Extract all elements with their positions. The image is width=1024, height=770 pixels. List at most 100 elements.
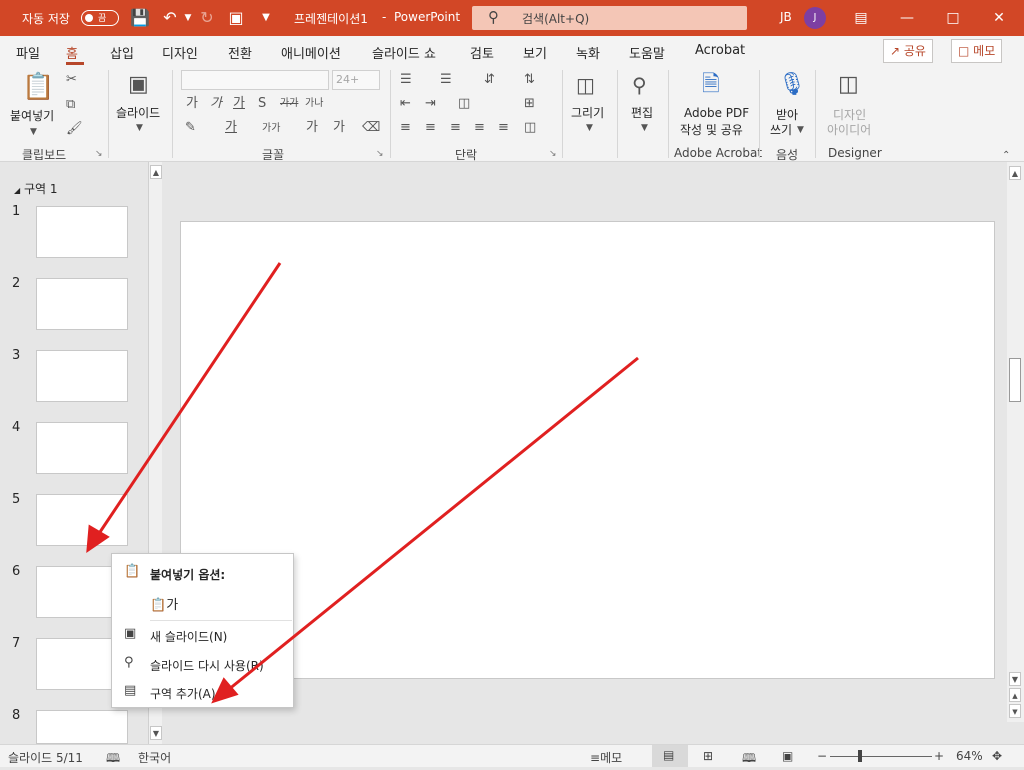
numbering-icon[interactable]: ☰ (440, 72, 452, 88)
clipboard-launcher-icon[interactable]: ↘ (95, 149, 103, 159)
ribbon-display-icon[interactable]: ▤ (838, 0, 884, 36)
slide-thumbnail-1[interactable] (36, 206, 128, 258)
tab-animations[interactable]: 애니메이션 (281, 43, 341, 62)
next-slide-icon[interactable]: ▼ (1009, 704, 1021, 718)
new-slide-label[interactable]: 슬라이드 (116, 104, 160, 121)
tab-file[interactable]: 파일 (16, 43, 40, 62)
scroll-down-icon[interactable]: ▼ (1009, 672, 1021, 686)
font-name-combo[interactable] (181, 70, 329, 90)
adobe-pdf-label-1[interactable]: Adobe PDF (684, 106, 749, 120)
share-button[interactable]: ↗ 공유 (883, 39, 933, 63)
font-color-icon[interactable]: 가 (225, 120, 237, 136)
slide-thumbnail-8[interactable] (36, 710, 128, 744)
close-icon[interactable]: ✕ (976, 0, 1022, 36)
highlight-icon[interactable]: ✎ (185, 120, 196, 136)
justify-icon[interactable]: ≡ (474, 120, 485, 136)
text-direction-icon[interactable]: ⇅ (524, 72, 535, 88)
save-icon[interactable]: 💾 (130, 8, 150, 28)
grow-font-icon[interactable]: 가 (306, 120, 318, 136)
scroll-up-icon[interactable]: ▲ (150, 165, 162, 179)
maximize-icon[interactable]: □ (930, 0, 976, 36)
adobe-pdf-icon[interactable]: 🗎 (702, 72, 720, 98)
slide-canvas[interactable] (180, 221, 995, 679)
zoom-in-icon[interactable]: + (934, 749, 944, 763)
tab-home[interactable]: 홈 (66, 43, 78, 62)
microphone-icon[interactable]: 🎙 (778, 72, 806, 98)
scroll-up-icon[interactable]: ▲ (1009, 166, 1021, 180)
collapse-section-icon[interactable]: ◢ (14, 186, 20, 195)
zoom-out-icon[interactable]: − (817, 749, 827, 763)
editing-dropdown-icon[interactable]: ▼ (641, 120, 648, 136)
slide-thumbnail-5[interactable] (36, 494, 128, 546)
copy-icon[interactable]: ⧉ (66, 97, 75, 113)
paste-icon[interactable]: 📋 (22, 72, 54, 102)
zoom-slider[interactable] (830, 756, 932, 757)
autosave-toggle[interactable]: 끔 (81, 10, 119, 26)
font-launcher-icon[interactable]: ↘ (376, 149, 384, 159)
distributed-icon[interactable]: ≡ (498, 120, 509, 136)
cut-icon[interactable]: ✂ (66, 72, 77, 88)
char-spacing-icon[interactable]: 가나 (305, 96, 323, 112)
columns-icon[interactable]: ◫ (458, 96, 470, 112)
drawing-label[interactable]: 그리기 (571, 104, 604, 121)
tab-view[interactable]: 보기 (523, 43, 547, 62)
tab-insert[interactable]: 삽입 (110, 43, 134, 62)
paragraph-launcher-icon[interactable]: ↘ (549, 149, 557, 159)
new-slide-icon[interactable]: ▣ (128, 72, 149, 98)
avatar[interactable]: J (804, 7, 826, 29)
drawing-icon[interactable]: ◫ (576, 72, 595, 98)
designer-icon[interactable]: ◫ (838, 72, 859, 98)
increase-indent-icon[interactable]: ⇥ (425, 96, 436, 112)
tab-help[interactable]: 도움말 (629, 43, 665, 62)
find-icon[interactable]: ⚲ (632, 72, 647, 98)
font-size-combo[interactable]: 24+ (332, 70, 380, 90)
slideshow-icon[interactable]: ▣ (782, 749, 793, 763)
tab-record[interactable]: 녹화 (576, 43, 600, 62)
previous-slide-icon[interactable]: ▲ (1009, 688, 1021, 702)
paste-label[interactable]: 붙여넣기 (10, 107, 54, 124)
tab-review[interactable]: 검토 (470, 43, 494, 62)
align-left-icon[interactable]: ≡ (400, 120, 411, 136)
minimize-icon[interactable]: — (884, 0, 930, 36)
bold-icon[interactable]: 가 (186, 96, 198, 112)
zoom-slider-thumb[interactable] (858, 750, 862, 762)
dictate-dropdown-icon[interactable]: ▼ (797, 122, 804, 138)
clear-format-icon[interactable]: ⌫ (362, 120, 380, 136)
slide-thumbnail-4[interactable] (36, 422, 128, 474)
strikethrough-icon[interactable]: 가가 (280, 96, 298, 112)
shadow-icon[interactable]: S (258, 96, 266, 112)
change-case-icon[interactable]: 가가 (262, 121, 280, 137)
normal-view-button[interactable]: ▤ (652, 745, 688, 767)
tab-slideshow[interactable]: 슬라이드 쇼 (372, 43, 436, 62)
notes-button[interactable]: ≡메모 (590, 749, 622, 766)
editor-scrollbar[interactable]: ▲ ▼ ▲ ▼ (1007, 162, 1024, 722)
scroll-down-icon[interactable]: ▼ (150, 726, 162, 740)
slide-thumbnail-3[interactable] (36, 350, 128, 402)
slide-sorter-icon[interactable]: ⊞ (703, 749, 713, 763)
editing-label[interactable]: 편집 (631, 104, 653, 121)
align-center-icon[interactable]: ≡ (425, 120, 436, 136)
redo-icon[interactable]: ↻ (197, 8, 217, 28)
language[interactable]: 한국어 (138, 749, 171, 766)
smartart-icon[interactable]: ◫ (524, 120, 536, 136)
drawing-dropdown-icon[interactable]: ▼ (586, 120, 593, 136)
bullets-icon[interactable]: ☰ (400, 72, 412, 88)
menu-reuse-slides[interactable]: 슬라이드 다시 사용(R) (150, 657, 264, 674)
align-text-icon[interactable]: ⊞ (524, 96, 535, 112)
undo-dropdown-icon[interactable]: ▼ (178, 8, 198, 28)
menu-new-slide[interactable]: 새 슬라이드(N) (150, 628, 227, 645)
slide-thumbnail-2[interactable] (36, 278, 128, 330)
present-icon[interactable]: ▣ (226, 8, 246, 28)
comments-button[interactable]: □ 메모 (951, 39, 1003, 63)
search-box[interactable]: ⚲ 검색(Alt+Q) (472, 6, 747, 30)
paste-dropdown-icon[interactable]: ▼ (30, 124, 37, 140)
tab-design[interactable]: 디자인 (162, 43, 198, 62)
fit-to-window-icon[interactable]: ✥ (992, 749, 1002, 763)
customize-toolbar-icon[interactable]: ▼ (256, 8, 276, 28)
new-slide-dropdown-icon[interactable]: ▼ (136, 120, 143, 136)
underline-icon[interactable]: 가 (233, 96, 245, 112)
section-header[interactable]: ◢ 구역 1 (14, 180, 58, 197)
paste-keep-text-button[interactable]: 📋가 (150, 594, 178, 613)
format-painter-icon[interactable]: 🖌 (66, 121, 83, 137)
align-right-icon[interactable]: ≡ (450, 120, 461, 136)
